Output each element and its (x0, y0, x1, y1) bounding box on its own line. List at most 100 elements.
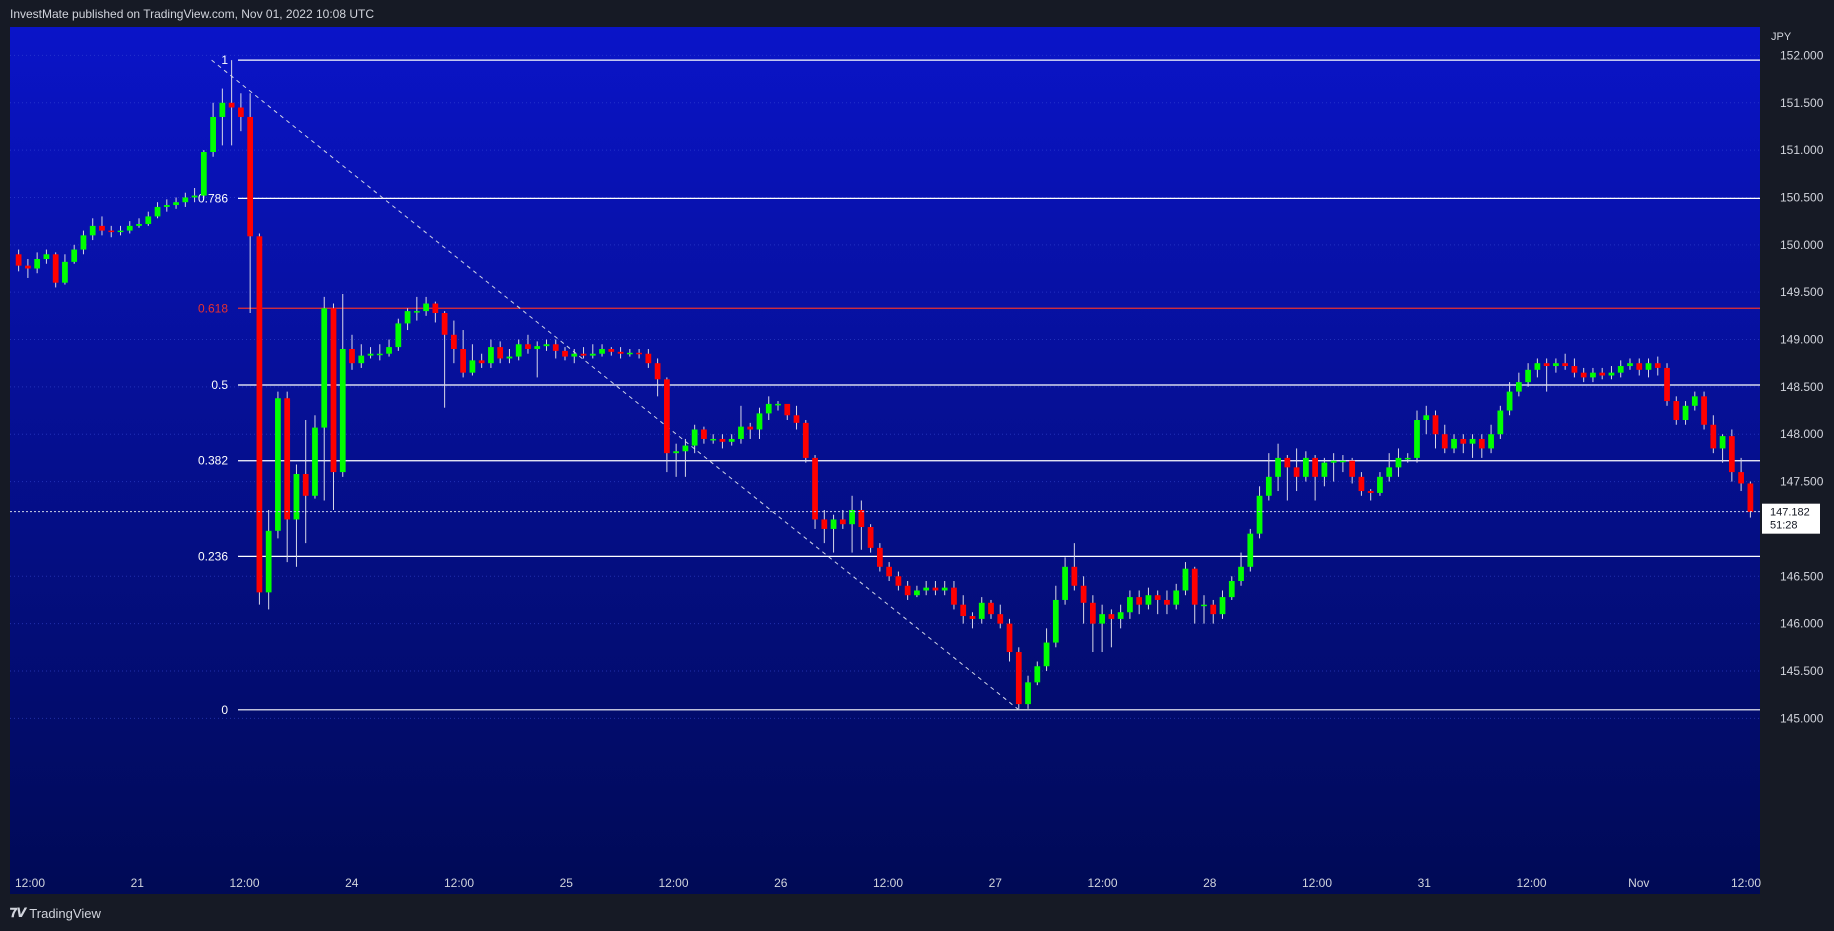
candle-up (1247, 533, 1254, 567)
candle-up (626, 352, 633, 355)
candle-up (1617, 366, 1624, 373)
candle-up (1645, 363, 1652, 370)
candle-up (1377, 476, 1383, 493)
candle-down (1738, 472, 1744, 484)
price-chart[interactable]: 10.7860.6180.50.3820.2360 152.000151.500… (10, 27, 1834, 894)
candle-up (1173, 590, 1180, 605)
candle-down (25, 265, 31, 269)
candle-down (302, 473, 309, 496)
candle-down (441, 313, 448, 335)
candle-down (1210, 604, 1217, 615)
candle-down (960, 604, 967, 617)
candle-up (386, 347, 392, 354)
candle-up (1414, 420, 1420, 458)
tradingview-logo-icon: 𝟕𝙑 (10, 905, 26, 920)
candle-up (219, 102, 226, 117)
candle-up (534, 346, 541, 349)
candle-down (1312, 457, 1318, 477)
candle-down (719, 438, 726, 442)
candle-down (108, 230, 115, 233)
candle-up (1219, 597, 1226, 615)
candle-up (756, 413, 763, 430)
candle-up (34, 259, 41, 269)
time-tick-label: 12:00 (444, 876, 474, 890)
footer-brand-text: TradingView (29, 905, 101, 921)
candle-up (571, 353, 578, 357)
candle-up (1340, 460, 1346, 463)
candle-down (228, 102, 235, 108)
candle-down (1599, 372, 1606, 376)
price-tick-label: 149.500 (1780, 285, 1824, 299)
candle-down (636, 352, 642, 355)
candle-down (1358, 476, 1365, 492)
candle-up (589, 353, 596, 356)
candle-up (1590, 372, 1596, 378)
candle-down (1015, 652, 1022, 705)
candle-up (1052, 599, 1059, 643)
last-price-badge: 147.18251:28 (1762, 503, 1820, 534)
price-axis[interactable]: 152.000 151.500 151.000 150.500 150.000 149.5… (1780, 48, 1824, 725)
candle-down (969, 616, 976, 619)
candle-up (1451, 438, 1457, 449)
time-tick-label: 12:00 (15, 876, 45, 890)
candle-down (451, 334, 457, 349)
candle-down (886, 566, 893, 577)
candle-down (701, 429, 707, 439)
candle-up (1265, 476, 1272, 496)
fib-level-label: 0.382 (198, 454, 228, 468)
candle-up (1423, 415, 1430, 421)
candle-up (1404, 457, 1411, 460)
candle-down (1673, 401, 1680, 421)
candle-down (1543, 363, 1550, 367)
candle-down (1284, 457, 1291, 468)
candle-up (830, 519, 837, 529)
candle-up (376, 353, 383, 356)
candle-up (62, 261, 68, 283)
candle-down (330, 308, 337, 473)
time-tick-label: 21 (131, 876, 145, 890)
candle-up (1228, 581, 1235, 598)
price-tick-label: 145.500 (1780, 664, 1824, 678)
fib-level-label: 1 (221, 53, 228, 67)
candle-up (89, 225, 96, 236)
time-tick-label: 31 (1418, 876, 1432, 890)
candle-up (506, 356, 513, 359)
candle-down (1349, 460, 1356, 477)
candle-down (784, 403, 791, 416)
candle-down (645, 353, 652, 364)
candle-up (293, 473, 300, 520)
candle-up (1302, 457, 1309, 477)
candle-up (182, 197, 189, 203)
price-tick-label: 148.000 (1780, 427, 1824, 441)
candle-down (1664, 367, 1670, 402)
time-tick-label: 12:00 (1516, 876, 1546, 890)
fib-level-label: 0.236 (198, 549, 228, 563)
candle-down (349, 348, 355, 364)
candle-down (1367, 491, 1374, 493)
candle-up (1127, 597, 1133, 613)
price-tick-label: 150.000 (1780, 238, 1824, 252)
countdown-value: 51:28 (1770, 520, 1798, 532)
candle-up (728, 438, 735, 442)
candle-down (1460, 438, 1467, 444)
candle-up (1608, 372, 1615, 376)
candle-up (599, 348, 605, 354)
candle-down (951, 587, 957, 605)
candle-down (747, 426, 754, 430)
candle-down (997, 614, 1004, 624)
time-tick-label: 26 (774, 876, 788, 890)
candle-down (1571, 366, 1578, 373)
footer-brand[interactable]: 𝟕𝙑 TradingView (10, 905, 101, 921)
candle-down (895, 576, 902, 586)
time-tick-label: 12:00 (1731, 876, 1761, 890)
candle-up (1025, 682, 1031, 705)
candle-up (1145, 595, 1152, 605)
candle-down (1654, 363, 1661, 368)
price-tick-label: 146.000 (1780, 617, 1824, 631)
candle-up (543, 344, 550, 347)
candle-up (136, 223, 142, 226)
candle-down (858, 509, 865, 528)
candle-down (99, 225, 105, 231)
candle-down (478, 360, 485, 364)
candle-up (775, 403, 781, 406)
